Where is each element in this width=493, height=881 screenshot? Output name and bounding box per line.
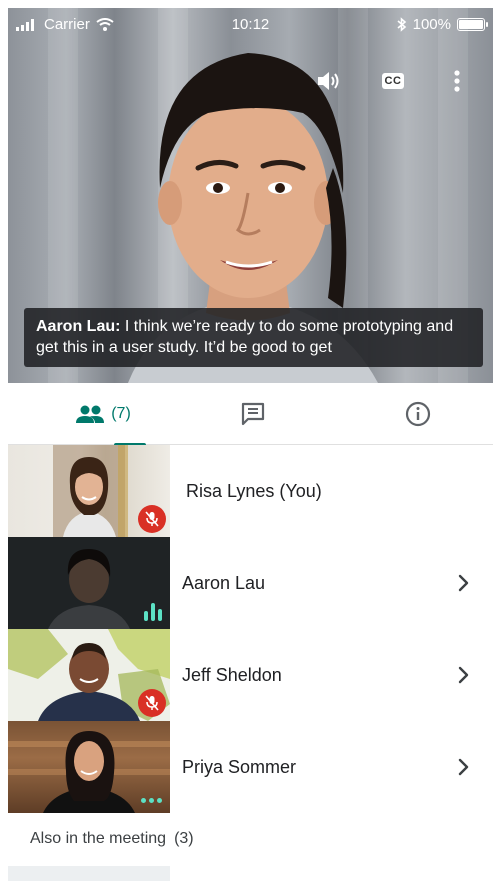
battery-icon [457,18,488,31]
participant-row[interactable]: Risa Lynes (You) [8,445,493,537]
cc-icon: CC [381,73,405,89]
status-bar: Carrier 10:12 100% [8,8,493,40]
battery-percent: 100% [412,16,451,33]
tab-chat[interactable] [198,383,308,445]
participant-name: Jeff Sheldon [182,664,282,685]
participant-name: Aaron Lau [182,572,266,593]
bluetooth-icon [397,17,406,32]
more-dots-indicator [141,798,162,803]
also-in-meeting-count: (3) [174,830,194,847]
participant-thumbnail [8,721,170,813]
tab-people[interactable]: (7) [48,383,158,446]
info-icon [405,401,431,427]
participant-row[interactable]: Aaron Lau [8,537,493,629]
also-in-meeting-header: Also in the meeting (3) [30,830,194,848]
main-video[interactable]: Carrier 10:12 100% CC Aaron Lau: I think… [8,8,493,383]
video-controls: CC [311,63,475,99]
participant-row[interactable]: Jeff Sheldon [8,629,493,721]
tab-info[interactable] [363,383,473,445]
speaker-button[interactable] [311,63,347,99]
participant-name: Priya Sommer [182,756,297,777]
meet-app: Carrier 10:12 100% CC Aaron Lau: I think… [0,0,493,881]
speaking-indicator [144,603,162,621]
more-options-button[interactable] [439,63,475,99]
chevron-right-icon [458,574,469,592]
tab-bar: (7) [8,383,493,446]
participant-list: Risa Lynes (You) Aaron Lau Jeff Sheldon … [8,445,493,813]
participant-row-partial[interactable] [8,866,170,881]
caption-speaker: Aaron Lau: [36,318,121,335]
volume-icon [318,72,339,90]
participant-thumbnail [8,537,170,629]
captions-button[interactable]: CC [375,63,411,99]
mic-off-badge [138,505,166,533]
participant-thumbnail [8,445,170,537]
status-right: 100% [397,16,488,33]
people-count: (7) [111,405,131,422]
live-caption: Aaron Lau: I think we’re ready to do som… [24,308,483,367]
chat-icon [241,402,265,426]
chevron-right-icon [458,758,469,776]
participant-name: Risa Lynes (You) [186,480,322,501]
chevron-right-icon [458,666,469,684]
mic-off-icon [145,695,159,711]
also-in-meeting-label: Also in the meeting [30,830,167,847]
mic-off-icon [145,511,159,527]
participant-row[interactable]: Priya Sommer [8,721,493,813]
more-vert-icon [454,70,460,92]
participant-thumbnail [8,629,170,721]
people-icon [76,405,105,423]
mic-off-badge [138,689,166,717]
